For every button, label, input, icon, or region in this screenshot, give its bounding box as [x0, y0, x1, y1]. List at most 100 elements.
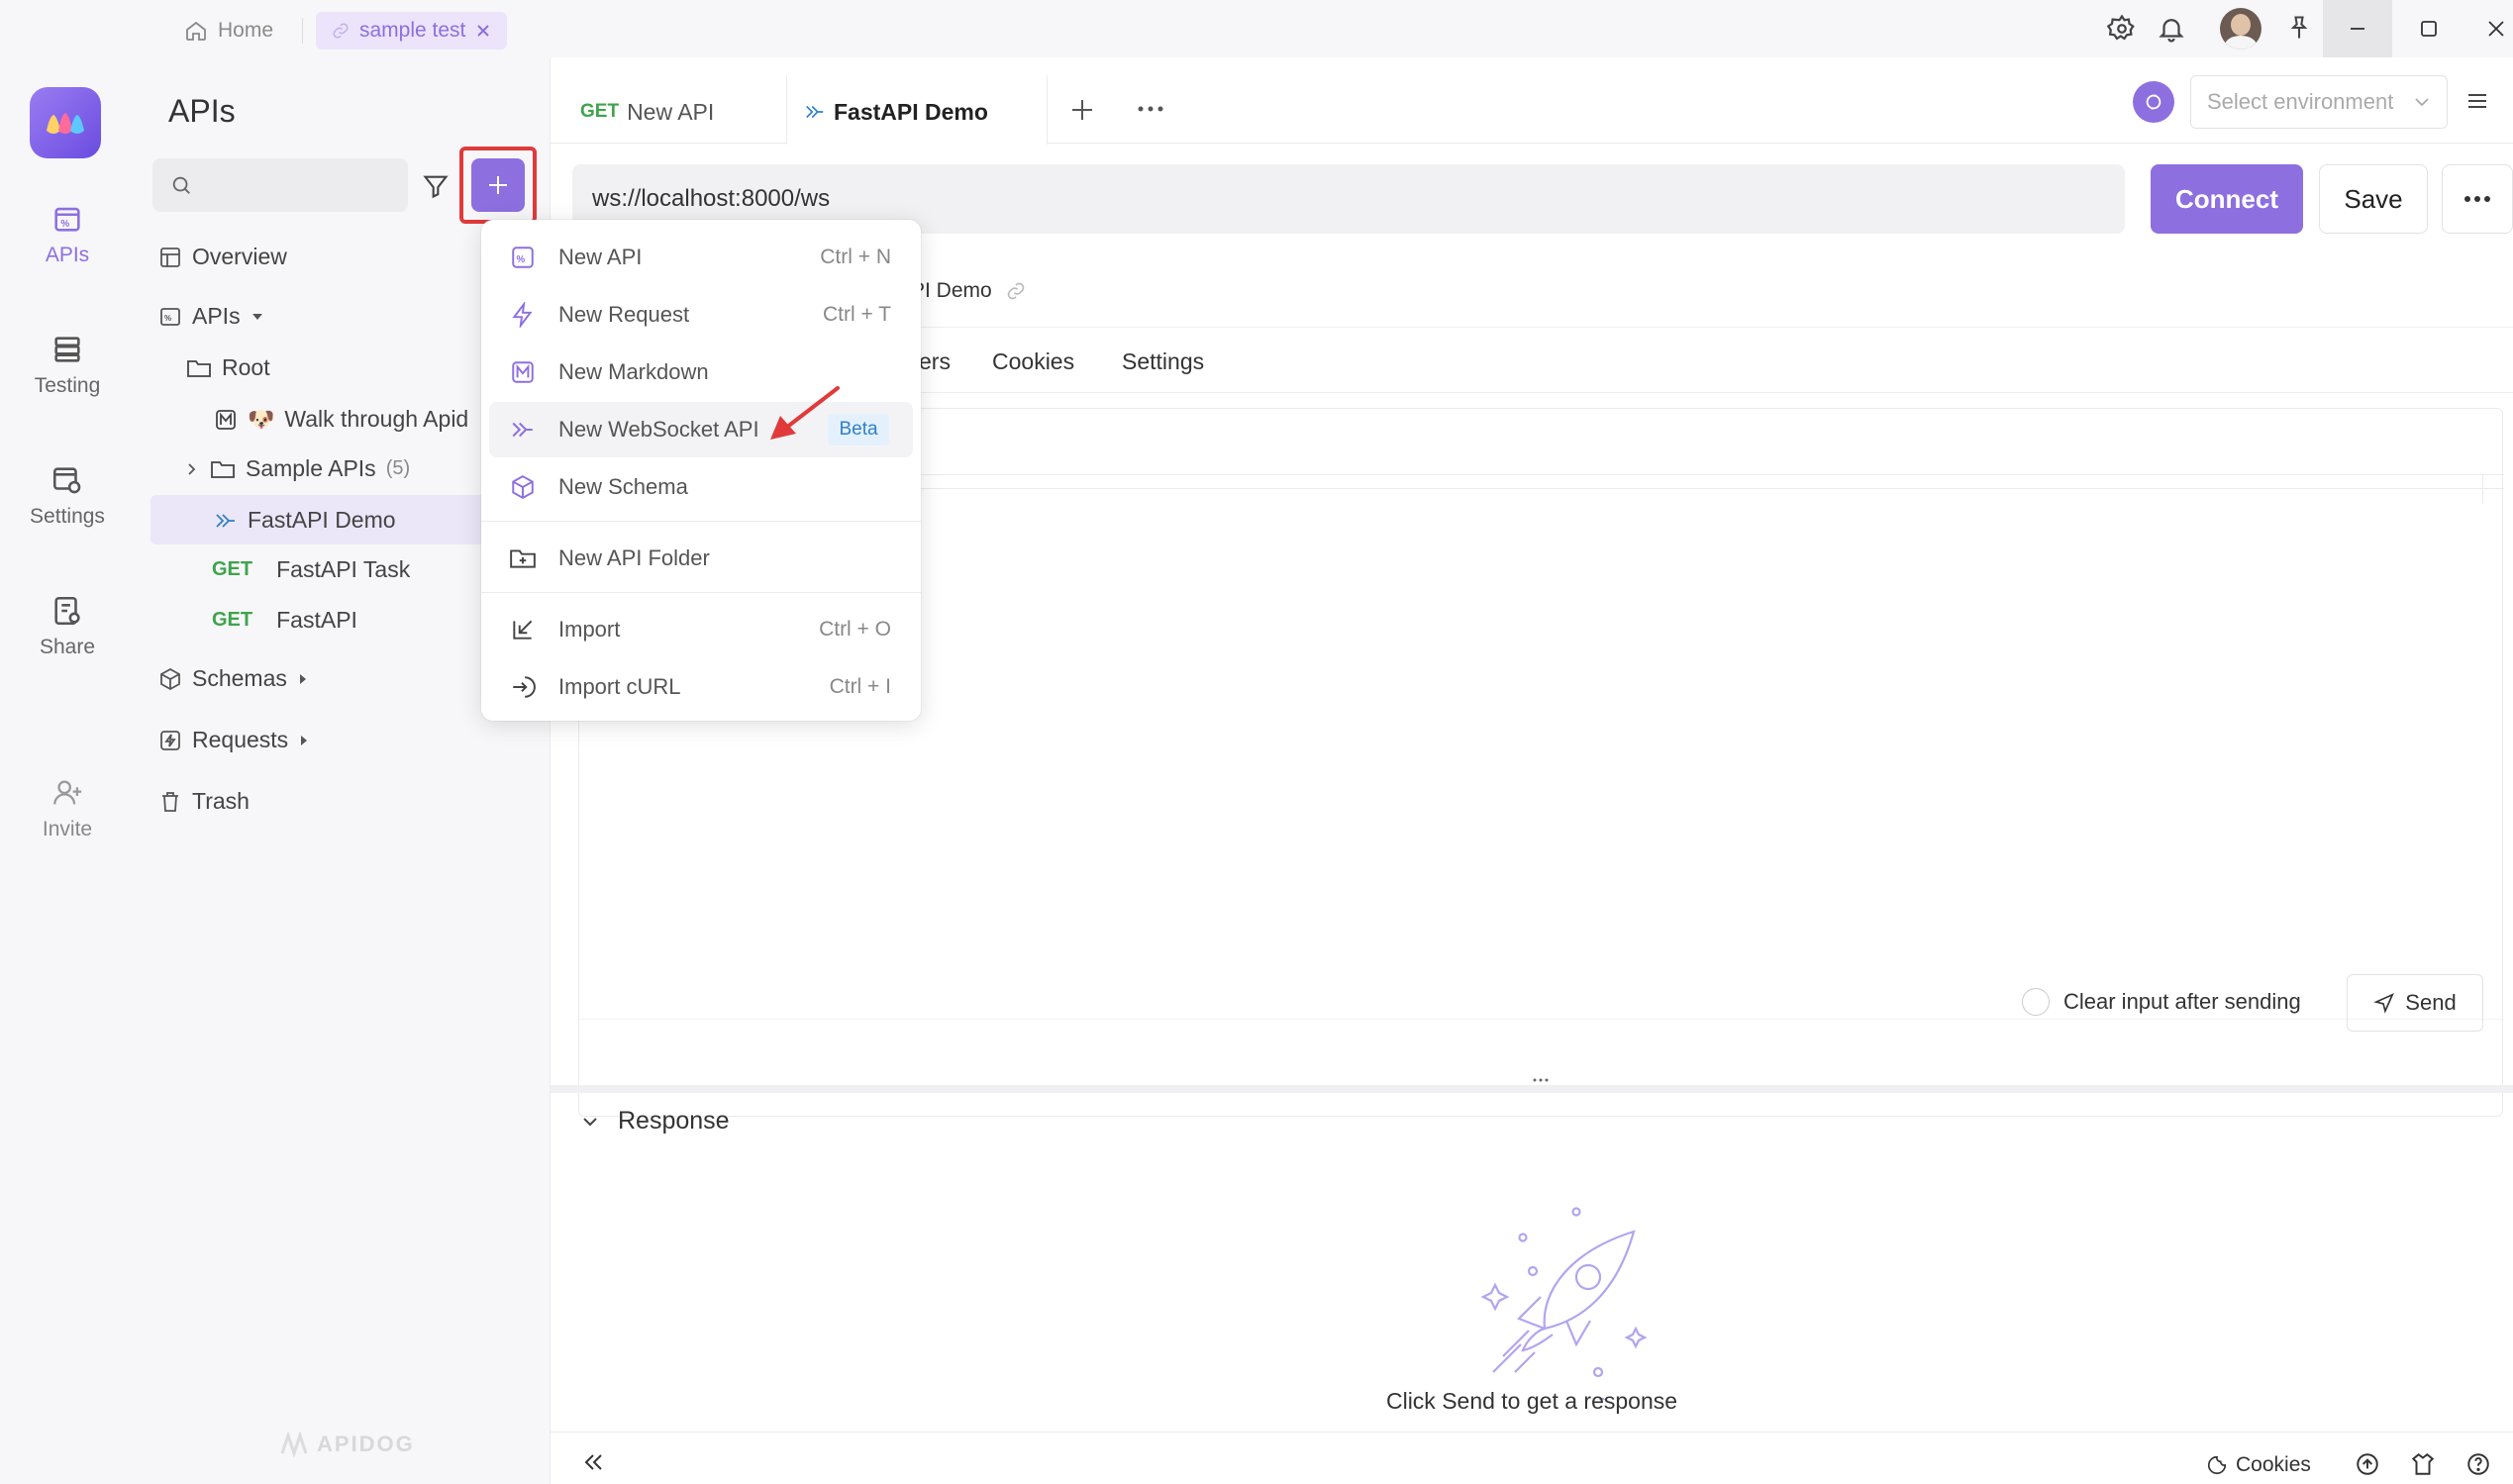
- tab-new-api[interactable]: GET New API: [580, 77, 714, 147]
- share-icon: [50, 594, 84, 628]
- rail-share[interactable]: Share: [0, 594, 135, 659]
- watermark-label: APIDOG: [317, 1432, 415, 1456]
- tree-apis-group[interactable]: % APIs: [158, 303, 264, 330]
- rail-apis[interactable]: % APIs: [0, 202, 135, 267]
- divider: [481, 521, 921, 522]
- bell-icon[interactable]: [2157, 14, 2186, 44]
- panel-title: APIs: [168, 93, 236, 129]
- more-options-button[interactable]: [2442, 164, 2513, 234]
- cube-icon: [158, 667, 182, 691]
- menu-label: New WebSocket API: [558, 417, 759, 442]
- folder-icon: [186, 356, 212, 380]
- help-icon[interactable]: [2465, 1451, 2491, 1477]
- menu-shortcut: Ctrl + T: [822, 303, 891, 326]
- home-tab-label: Home: [218, 19, 274, 42]
- drag-handle-icon[interactable]: [1533, 1077, 1549, 1083]
- tree-fastapi-demo[interactable]: FastAPI Demo: [214, 507, 396, 534]
- menu-icon[interactable]: [2463, 87, 2491, 115]
- tree-walkthrough[interactable]: 🐶 Walk through Apid: [214, 406, 468, 433]
- menu-new-markdown[interactable]: New Markdown: [489, 345, 913, 400]
- rail-invite-label: Invite: [42, 818, 93, 841]
- shirt-icon[interactable]: [2410, 1451, 2436, 1477]
- gear-icon[interactable]: [2107, 14, 2137, 44]
- menu-new-request[interactable]: New Request Ctrl + T: [489, 287, 913, 343]
- menu-import-curl[interactable]: Import cURL Ctrl + I: [489, 659, 913, 715]
- menu-shortcut: Ctrl + O: [819, 618, 891, 641]
- menu-new-api[interactable]: % New API Ctrl + N: [489, 230, 913, 285]
- panel-splitter[interactable]: [551, 1085, 2513, 1093]
- window-close-icon[interactable]: [2462, 0, 2513, 57]
- menu-new-schema[interactable]: New Schema: [489, 459, 913, 515]
- clear-input-checkbox[interactable]: Clear input after sending: [2022, 988, 2301, 1016]
- menu-shortcut: Ctrl + I: [829, 675, 891, 698]
- menu-label: New Markdown: [558, 359, 709, 384]
- title-bar: Home sample test: [0, 0, 2513, 57]
- tree-sample-apis[interactable]: Sample APIs (5): [184, 455, 410, 482]
- avatar[interactable]: [2220, 8, 2262, 49]
- add-button[interactable]: [471, 158, 525, 212]
- link-icon[interactable]: [1006, 281, 1026, 301]
- search-input[interactable]: [152, 158, 408, 212]
- pin-icon[interactable]: [2285, 14, 2313, 42]
- tab-headers-partial[interactable]: ers: [919, 348, 951, 375]
- checkbox-circle[interactable]: [2022, 988, 2050, 1016]
- rail-invite[interactable]: Invite: [0, 776, 135, 841]
- rail-apis-label: APIs: [45, 244, 90, 266]
- add-tab-icon[interactable]: [1069, 97, 1095, 123]
- settings-icon: [50, 463, 84, 497]
- more-icon: [2463, 189, 2492, 209]
- markdown-icon: [507, 359, 539, 385]
- rail-testing[interactable]: Testing: [0, 333, 135, 398]
- rail-settings[interactable]: Settings: [0, 463, 135, 529]
- tab-fastapi-demo[interactable]: FastAPI Demo: [804, 77, 988, 147]
- environment-select-label: Select environment: [2207, 89, 2394, 114]
- empty-response-text: Click Send to get a response: [1385, 1388, 1678, 1414]
- tree-trash-label: Trash: [192, 788, 250, 814]
- tree-fastapi-task[interactable]: GET FastAPI Task: [212, 556, 410, 583]
- close-icon[interactable]: [475, 23, 491, 39]
- connect-button[interactable]: Connect: [2151, 164, 2303, 234]
- upload-icon[interactable]: [2355, 1451, 2380, 1477]
- tree-requests-label: Requests: [192, 727, 289, 752]
- response-header[interactable]: Response: [580, 1107, 730, 1136]
- env-sync-icon[interactable]: [2133, 81, 2174, 123]
- tree-requests[interactable]: Requests: [158, 727, 310, 753]
- caret-right-icon: [297, 673, 309, 685]
- clear-input-label: Clear input after sending: [2063, 989, 2301, 1014]
- collapse-sidebar-icon[interactable]: [580, 1449, 606, 1475]
- footer-cookies[interactable]: Cookies: [2206, 1453, 2311, 1477]
- tab-new-api-label: New API: [627, 98, 715, 125]
- menu-new-api-folder[interactable]: New API Folder: [489, 531, 913, 586]
- project-tab-label: sample test: [359, 19, 466, 42]
- tree-fastapi[interactable]: GET FastAPI: [212, 607, 357, 634]
- minimize-icon[interactable]: [2323, 0, 2392, 57]
- menu-label: Import: [558, 617, 621, 642]
- svg-text:%: %: [60, 219, 69, 230]
- project-tab[interactable]: sample test: [316, 12, 508, 49]
- tab-cookies[interactable]: Cookies: [992, 348, 1074, 375]
- tree-trash[interactable]: Trash: [158, 788, 250, 815]
- rail-share-label: Share: [39, 636, 96, 658]
- maximize-icon[interactable]: [2394, 0, 2463, 57]
- folder-icon: [210, 457, 236, 481]
- menu-label: New API: [558, 245, 643, 269]
- environment-select[interactable]: Select environment: [2190, 75, 2448, 129]
- api-icon: %: [507, 245, 539, 270]
- chevron-down-icon: [2413, 93, 2431, 111]
- tab-fastapi-demo-label: FastAPI Demo: [834, 98, 988, 125]
- filter-icon[interactable]: [422, 172, 450, 200]
- menu-new-websocket-api[interactable]: New WebSocket API Beta: [489, 402, 913, 457]
- home-tab[interactable]: Home: [184, 12, 273, 49]
- menu-import[interactable]: Import Ctrl + O: [489, 602, 913, 657]
- scrollbar[interactable]: [2482, 474, 2505, 504]
- tree-root[interactable]: Root: [186, 354, 270, 381]
- more-tabs-icon[interactable]: [1137, 99, 1164, 119]
- send-button[interactable]: Send: [2347, 974, 2483, 1032]
- save-button[interactable]: Save: [2319, 164, 2428, 234]
- tree-schemas[interactable]: Schemas: [158, 665, 309, 692]
- tree-overview[interactable]: Overview: [158, 244, 287, 270]
- tree-walkthrough-label: Walk through Apid: [284, 406, 469, 432]
- divider: [302, 18, 303, 44]
- tab-settings[interactable]: Settings: [1122, 348, 1204, 375]
- apidog-logo-icon: [279, 1432, 309, 1457]
